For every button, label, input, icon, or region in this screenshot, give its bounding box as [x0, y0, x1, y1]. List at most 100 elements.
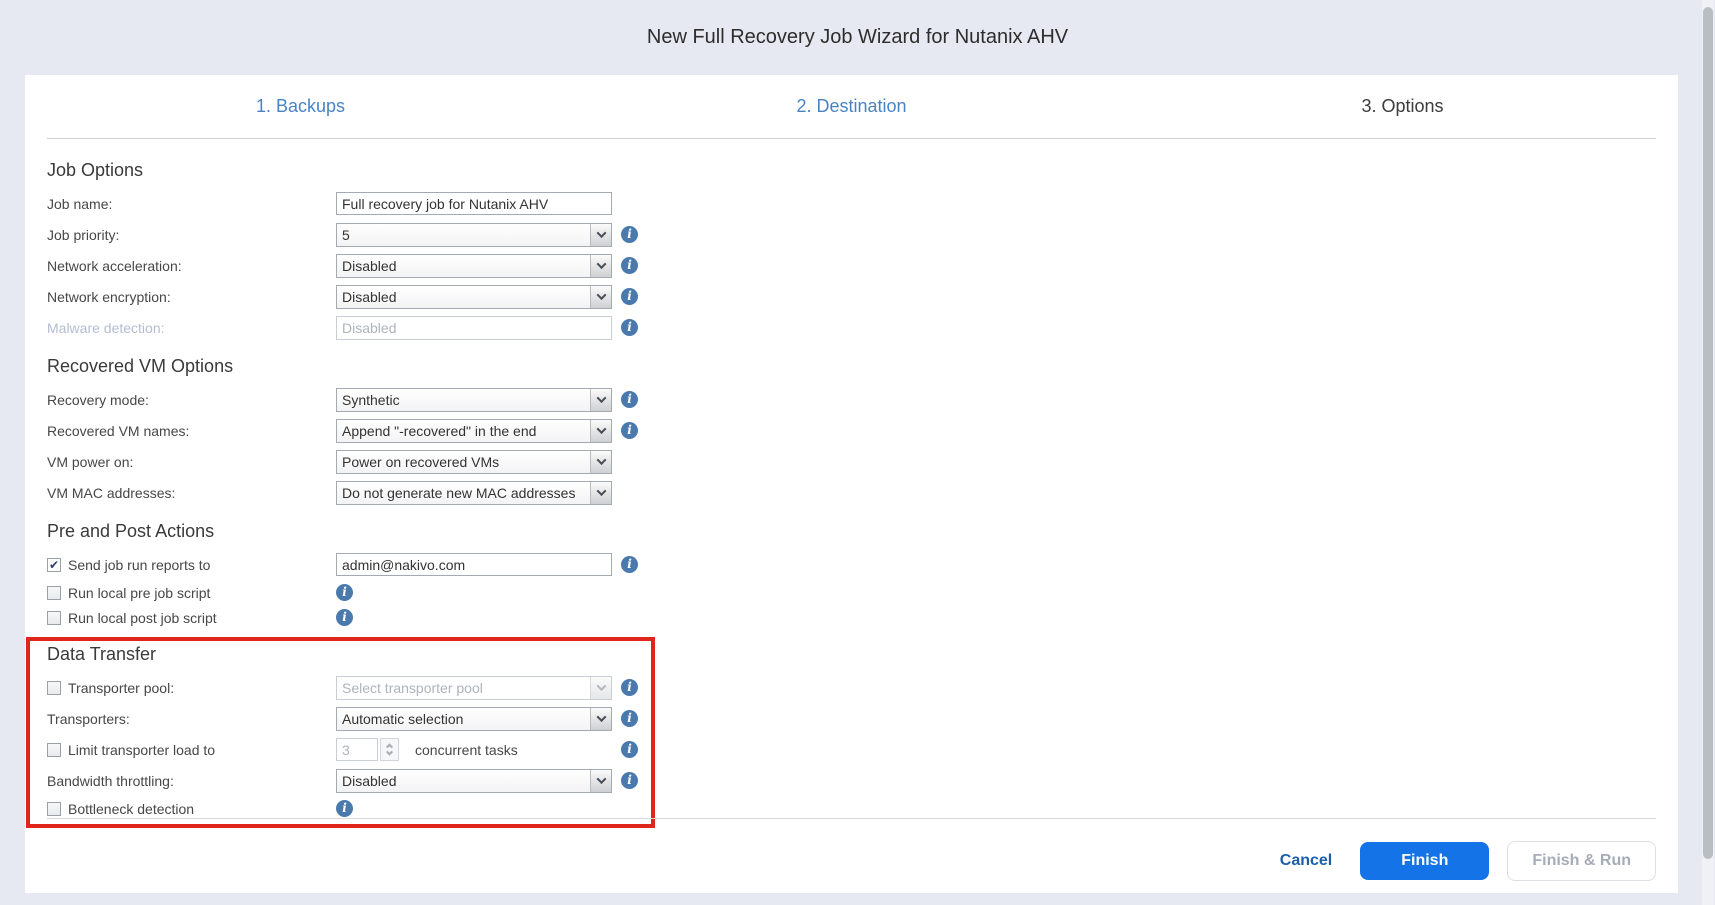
send-reports-checkbox[interactable]: ✔ [47, 558, 61, 572]
tab-destination[interactable]: 2. Destination [576, 96, 1127, 117]
section-heading: Job Options [47, 160, 1656, 181]
wizard-panel: 1. Backups 2. Destination 3. Options Job… [25, 75, 1678, 893]
info-icon[interactable]: i [336, 609, 353, 626]
recovery-mode-row: Recovery mode: Synthetic i [47, 384, 1656, 415]
chevron-down-icon [590, 389, 611, 411]
section-heading: Recovered VM Options [47, 356, 1656, 377]
chevron-down-icon [590, 708, 611, 730]
info-icon[interactable]: i [336, 584, 353, 601]
send-reports-row: ✔ Send job run reports to i [47, 549, 1656, 580]
malware-detection-select: Disabled [336, 316, 612, 340]
recovery-mode-select[interactable]: Synthetic [336, 388, 612, 412]
info-icon[interactable]: i [621, 288, 638, 305]
tab-backups[interactable]: 1. Backups [25, 96, 576, 117]
network-encryption-row: Network encryption: Disabled i [47, 281, 1656, 312]
transporters-select[interactable]: Automatic selection [336, 707, 612, 731]
recovered-vm-names-row: Recovered VM names: Append "-recovered" … [47, 415, 1656, 446]
info-icon[interactable]: i [621, 422, 638, 439]
bottleneck-detection-checkbox[interactable] [47, 802, 61, 816]
checkmark-icon: ✔ [49, 559, 59, 571]
post-script-checkbox[interactable] [47, 611, 61, 625]
section-heading: Pre and Post Actions [47, 521, 1656, 542]
tab-options[interactable]: 3. Options [1127, 96, 1678, 117]
info-icon[interactable]: i [621, 772, 638, 789]
bottleneck-detection-label: Bottleneck detection [68, 801, 194, 817]
section-heading: Data Transfer [47, 644, 1656, 665]
chevron-down-icon [590, 286, 611, 308]
scrollbar-track[interactable] [1702, 0, 1714, 905]
limit-load-label: Limit transporter load to [68, 742, 215, 758]
malware-detection-row: Malware detection: Disabled i [47, 312, 1656, 343]
concurrent-tasks-suffix: concurrent tasks [415, 742, 518, 758]
post-script-label: Run local post job script [68, 610, 217, 626]
chevron-down-icon [590, 770, 611, 792]
chevron-down-icon [590, 224, 611, 246]
finish-button[interactable]: Finish [1360, 842, 1489, 880]
info-icon[interactable]: i [621, 391, 638, 408]
transporters-label: Transporters: [47, 711, 336, 727]
job-priority-select[interactable]: 5 [336, 223, 612, 247]
transporter-pool-checkbox[interactable] [47, 681, 61, 695]
info-icon[interactable]: i [621, 556, 638, 573]
info-icon[interactable]: i [621, 257, 638, 274]
job-name-input[interactable] [336, 192, 612, 215]
chevron-down-icon [590, 451, 611, 473]
vm-power-on-select[interactable]: Power on recovered VMs [336, 450, 612, 474]
section-job-options: Job Options Job name: Job priority: 5 i [47, 160, 1656, 343]
limit-load-row: Limit transporter load to 3 concurrent t… [47, 734, 1656, 765]
pre-script-row: Run local pre job script i [47, 580, 1656, 605]
post-script-row: Run local post job script i [47, 605, 1656, 630]
wizard-steps: 1. Backups 2. Destination 3. Options [25, 75, 1678, 138]
section-pre-post-actions: Pre and Post Actions ✔ Send job run repo… [47, 521, 1656, 630]
chevron-down-icon [590, 255, 611, 277]
vm-power-on-label: VM power on: [47, 454, 336, 470]
info-icon[interactable]: i [621, 319, 638, 336]
finish-and-run-button[interactable]: Finish & Run [1507, 841, 1656, 881]
bandwidth-throttling-row: Bandwidth throttling: Disabled i [47, 765, 1656, 796]
transporter-pool-select: Select transporter pool [336, 676, 612, 700]
job-priority-row: Job priority: 5 i [47, 219, 1656, 250]
section-data-transfer: Data Transfer Transporter pool: Select t… [47, 644, 1656, 821]
info-icon[interactable]: i [621, 741, 638, 758]
info-icon[interactable]: i [621, 226, 638, 243]
job-name-row: Job name: [47, 188, 1656, 219]
job-name-label: Job name: [47, 196, 336, 212]
network-acceleration-select[interactable]: Disabled [336, 254, 612, 278]
vm-power-on-row: VM power on: Power on recovered VMs [47, 446, 1656, 477]
bandwidth-throttling-label: Bandwidth throttling: [47, 773, 336, 789]
concurrent-tasks-input: 3 [336, 738, 378, 761]
vm-mac-addresses-label: VM MAC addresses: [47, 485, 336, 501]
transporters-row: Transporters: Automatic selection i [47, 703, 1656, 734]
chevron-down-icon [590, 677, 611, 699]
job-priority-label: Job priority: [47, 227, 336, 243]
vm-mac-addresses-select[interactable]: Do not generate new MAC addresses [336, 481, 612, 505]
chevron-down-icon [590, 482, 611, 504]
info-icon[interactable]: i [336, 800, 353, 817]
wizard-footer: Cancel Finish Finish & Run [47, 818, 1656, 893]
send-reports-label: Send job run reports to [68, 557, 210, 573]
info-icon[interactable]: i [621, 710, 638, 727]
recovered-vm-names-label: Recovered VM names: [47, 423, 336, 439]
send-reports-email-input[interactable] [336, 553, 612, 576]
network-encryption-label: Network encryption: [47, 289, 336, 305]
transporter-pool-row: Transporter pool: Select transporter poo… [47, 672, 1656, 703]
pre-script-label: Run local pre job script [68, 585, 210, 601]
malware-detection-label: Malware detection: [47, 320, 336, 336]
chevron-down-icon [386, 749, 393, 756]
network-encryption-select[interactable]: Disabled [336, 285, 612, 309]
scrollbar-thumb[interactable] [1703, 7, 1713, 859]
recovery-mode-label: Recovery mode: [47, 392, 336, 408]
spinner-stepper [380, 738, 399, 761]
recovered-vm-names-select[interactable]: Append "-recovered" in the end [336, 419, 612, 443]
network-acceleration-label: Network acceleration: [47, 258, 336, 274]
cancel-button[interactable]: Cancel [1280, 852, 1332, 870]
vm-mac-addresses-row: VM MAC addresses: Do not generate new MA… [47, 477, 1656, 508]
section-recovered-vm-options: Recovered VM Options Recovery mode: Synt… [47, 356, 1656, 508]
bandwidth-throttling-select[interactable]: Disabled [336, 769, 612, 793]
info-icon[interactable]: i [621, 679, 638, 696]
limit-load-checkbox[interactable] [47, 743, 61, 757]
page-title: New Full Recovery Job Wizard for Nutanix… [0, 0, 1715, 49]
network-acceleration-row: Network acceleration: Disabled i [47, 250, 1656, 281]
options-form: Job Options Job name: Job priority: 5 i [25, 139, 1678, 821]
pre-script-checkbox[interactable] [47, 586, 61, 600]
